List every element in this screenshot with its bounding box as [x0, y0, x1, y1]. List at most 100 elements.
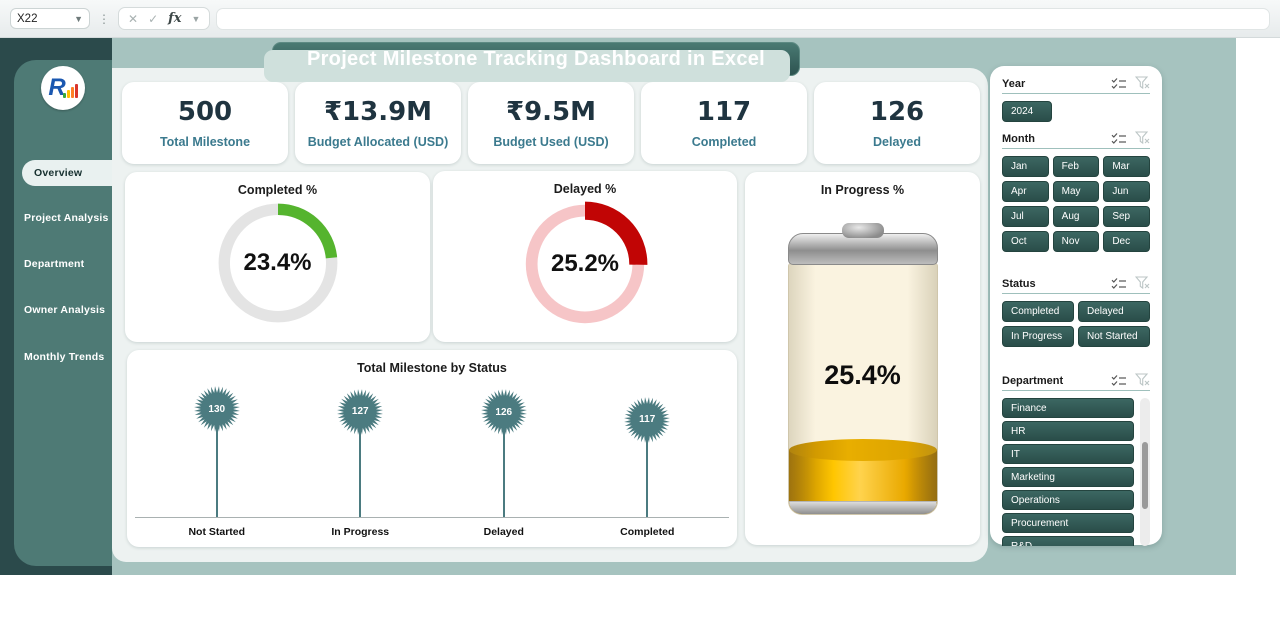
chevron-down-icon[interactable]: ▼: [74, 14, 83, 24]
kpi-delayed: 126 Delayed: [814, 82, 980, 164]
slicer-option-jun[interactable]: Jun: [1103, 181, 1150, 202]
month-slicer: Month Jan Feb Mar Apr May Jun Jul Aug Se…: [1002, 131, 1150, 252]
battery-chart: 25.4%: [788, 223, 938, 515]
slicer-option-oct[interactable]: Oct: [1002, 231, 1049, 252]
sidebar-item-label: Department: [24, 258, 84, 270]
kpi-label: Completed: [692, 135, 757, 149]
delayed-donut-card: Delayed % 25.2%: [433, 171, 737, 342]
slicer-option-aug[interactable]: Aug: [1053, 206, 1100, 227]
completed-donut-card: Completed % 23.4%: [125, 172, 430, 342]
chart-title: In Progress %: [745, 183, 980, 197]
slicer-option-apr[interactable]: Apr: [1002, 181, 1049, 202]
slicer-title: Month: [1002, 133, 1035, 145]
slicer-option-dec[interactable]: Dec: [1103, 231, 1150, 252]
sidebar-item-department[interactable]: Department: [24, 258, 84, 270]
kpi-row: 500 Total Milestone ₹13.9M Budget Alloca…: [122, 82, 980, 164]
kpi-label: Total Milestone: [160, 135, 250, 149]
lollipop-not-started: 130: [145, 381, 289, 517]
axis-label: Completed: [576, 526, 720, 538]
sidebar-item-label: Monthly Trends: [24, 351, 104, 363]
formula-bar: X22 ▼ ⋮ ✕ ✓ fx ▼: [0, 0, 1280, 38]
kpi-value: 117: [697, 97, 751, 127]
dashboard-canvas: R Overview Project Analysis Department O…: [0, 38, 1236, 575]
completed-donut-chart: 23.4%: [216, 201, 340, 325]
scrollbar-thumb[interactable]: [1142, 442, 1148, 509]
scrollbar-track[interactable]: [1140, 398, 1150, 546]
slicer-option-hr[interactable]: HR: [1002, 421, 1134, 441]
chart-title: Delayed %: [433, 182, 737, 196]
clear-filter-icon[interactable]: [1135, 76, 1150, 90]
kpi-total-milestone: 500 Total Milestone: [122, 82, 288, 164]
multiselect-icon[interactable]: [1111, 132, 1127, 145]
slicer-option-jul[interactable]: Jul: [1002, 206, 1049, 227]
marker-value: 117: [624, 397, 670, 443]
slicer-title: Year: [1002, 78, 1025, 90]
sidebar-item-overview[interactable]: Overview: [22, 160, 112, 186]
multiselect-icon[interactable]: [1111, 77, 1127, 90]
kpi-budget-used: ₹9.5M Budget Used (USD): [468, 82, 634, 164]
kpi-label: Budget Allocated (USD): [308, 135, 449, 149]
donut-value: 23.4%: [216, 201, 340, 325]
status-lollipop-chart: 130 127 126: [145, 381, 719, 517]
axis-label: Not Started: [145, 526, 289, 538]
slicer-option-nov[interactable]: Nov: [1053, 231, 1100, 252]
slicer-option-2024[interactable]: 2024: [1002, 101, 1052, 122]
sidebar-item-label: Overview: [34, 167, 82, 179]
excel-window: X22 ▼ ⋮ ✕ ✓ fx ▼ R Overview Project Anal…: [0, 0, 1280, 644]
slicer-option-operations[interactable]: Operations: [1002, 490, 1134, 510]
slicer-option-procurement[interactable]: Procurement: [1002, 513, 1134, 533]
year-slicer: Year 2024: [1002, 76, 1150, 122]
slicer-option-not-started[interactable]: Not Started: [1078, 326, 1150, 347]
sidebar-item-owner-analysis[interactable]: Owner Analysis: [24, 304, 105, 316]
donut-value: 25.2%: [521, 200, 649, 328]
department-option-list: Finance HR IT Marketing Operations Procu…: [1002, 398, 1134, 546]
sidebar-item-project-analysis[interactable]: Project Analysis: [24, 212, 109, 224]
multiselect-icon[interactable]: [1111, 277, 1127, 290]
slicer-option-completed[interactable]: Completed: [1002, 301, 1074, 322]
marker-value: 127: [337, 389, 383, 435]
slicer-option-in-progress[interactable]: In Progress: [1002, 326, 1074, 347]
drag-handle-icon: ⋮: [96, 12, 112, 26]
slicer-option-mar[interactable]: Mar: [1103, 156, 1150, 177]
insert-function-icon[interactable]: fx: [168, 11, 181, 26]
lollipop-in-progress: 127: [289, 381, 433, 517]
sidebar-item-monthly-trends[interactable]: Monthly Trends: [24, 351, 104, 363]
company-logo: R: [41, 66, 85, 110]
kpi-value: ₹13.9M: [324, 97, 432, 127]
starburst-marker-icon: 126: [481, 389, 527, 435]
starburst-marker-icon: 127: [337, 389, 383, 435]
clear-filter-icon[interactable]: [1135, 373, 1150, 387]
slicer-option-delayed[interactable]: Delayed: [1078, 301, 1150, 322]
kpi-label: Budget Used (USD): [493, 135, 608, 149]
slicer-option-jan[interactable]: Jan: [1002, 156, 1049, 177]
chevron-down-icon[interactable]: ▼: [191, 14, 200, 24]
dashboard-title-banner: Project Milestone Tracking Dashboard in …: [272, 42, 800, 76]
cancel-icon[interactable]: ✕: [128, 12, 138, 26]
formula-input[interactable]: [216, 8, 1270, 30]
x-axis-line: [135, 517, 729, 518]
axis-label: Delayed: [432, 526, 576, 538]
multiselect-icon[interactable]: [1111, 374, 1127, 387]
slicer-option-rnd[interactable]: R&D: [1002, 536, 1134, 546]
slicer-option-it[interactable]: IT: [1002, 444, 1134, 464]
in-progress-battery-card: In Progress % 25.4%: [745, 172, 980, 545]
sidebar-inner: R Overview Project Analysis Department O…: [14, 60, 112, 566]
chart-title: Total Milestone by Status: [127, 361, 737, 375]
enter-icon[interactable]: ✓: [148, 12, 158, 26]
marker-value: 126: [481, 389, 527, 435]
kpi-value: ₹9.5M: [506, 97, 596, 127]
kpi-label: Delayed: [873, 135, 921, 149]
marker-value: 130: [194, 386, 240, 432]
name-box[interactable]: X22 ▼: [10, 8, 90, 29]
starburst-marker-icon: 130: [194, 386, 240, 432]
slicer-option-finance[interactable]: Finance: [1002, 398, 1134, 418]
clear-filter-icon[interactable]: [1135, 276, 1150, 290]
slicer-option-feb[interactable]: Feb: [1053, 156, 1100, 177]
clear-filter-icon[interactable]: [1135, 131, 1150, 145]
battery-value: 25.4%: [788, 360, 938, 391]
slicer-option-marketing[interactable]: Marketing: [1002, 467, 1134, 487]
slicer-option-may[interactable]: May: [1053, 181, 1100, 202]
sidebar-item-label: Owner Analysis: [24, 304, 105, 316]
slicer-option-sep[interactable]: Sep: [1103, 206, 1150, 227]
delayed-donut-chart: 25.2%: [521, 200, 649, 328]
